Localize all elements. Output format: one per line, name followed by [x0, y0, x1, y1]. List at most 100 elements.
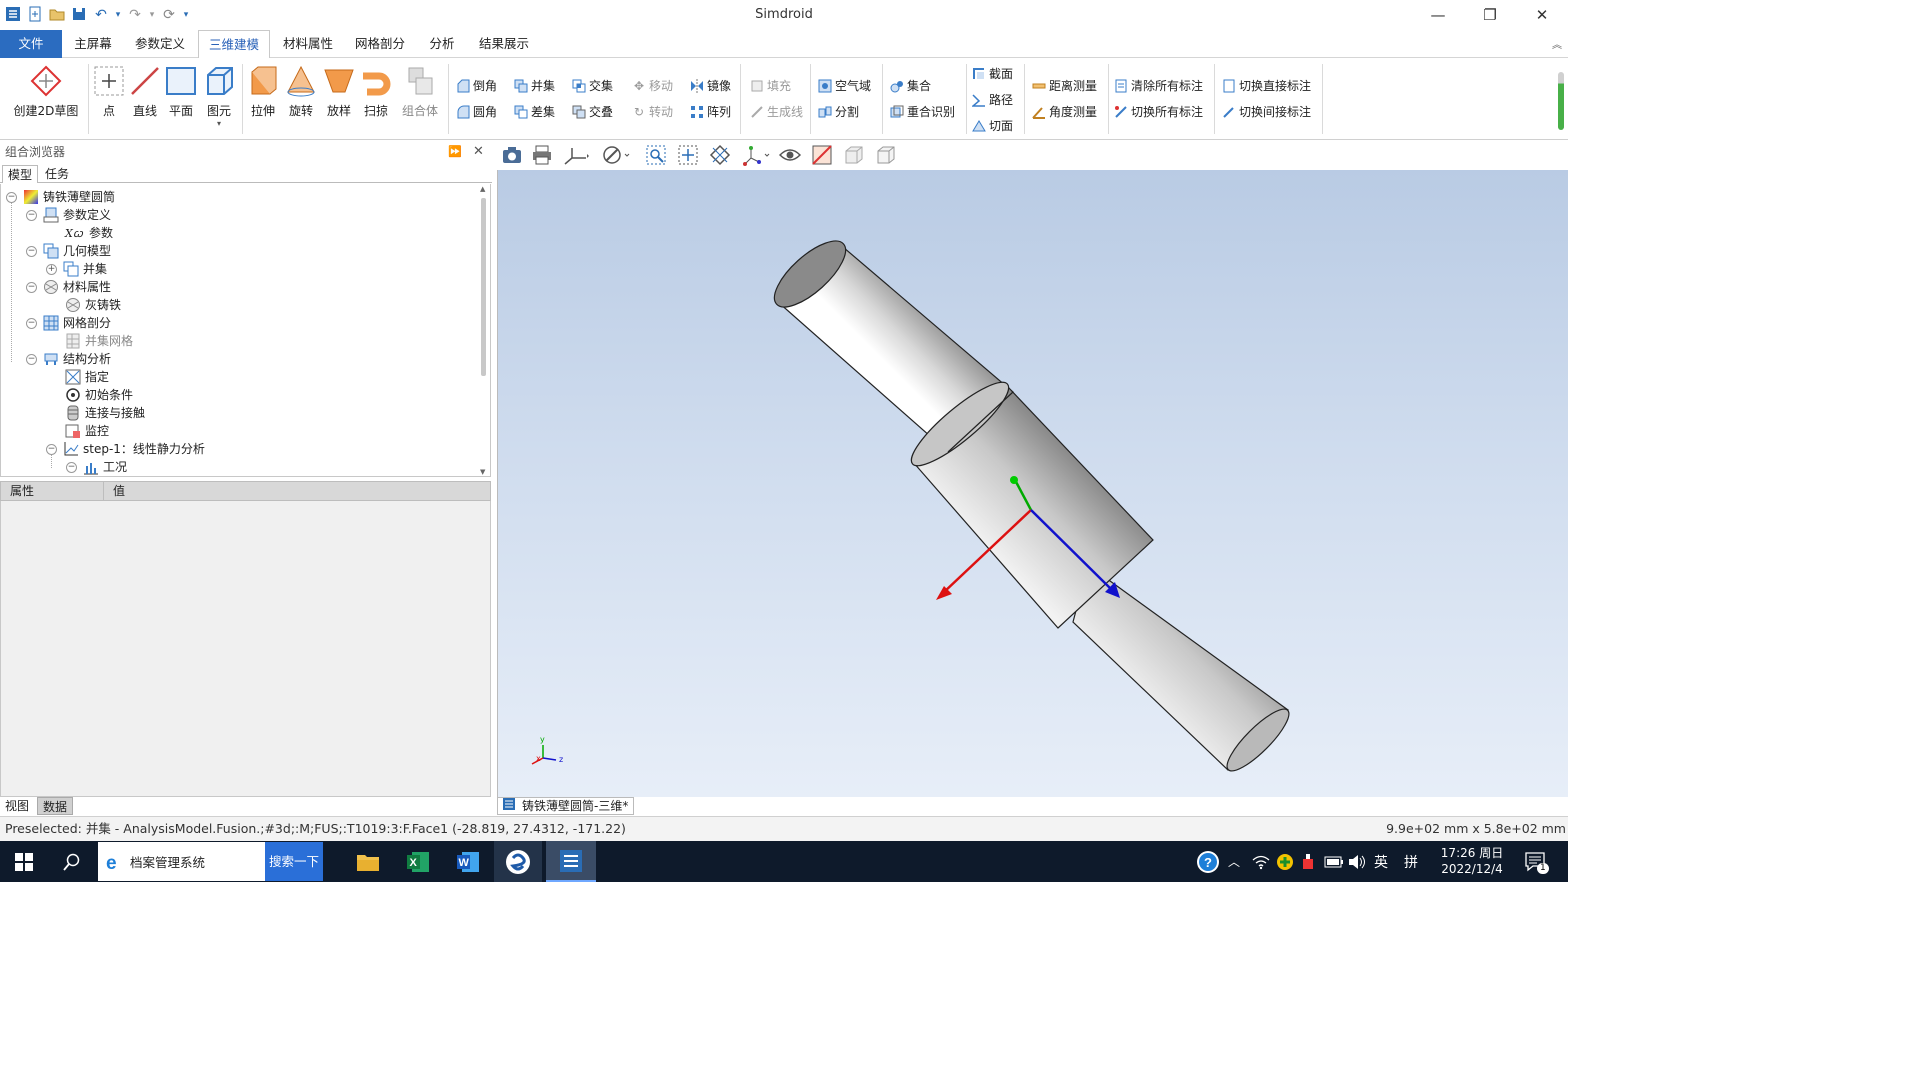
fillet-button[interactable]: 圆角 [456, 102, 497, 122]
create-2d-sketch-button[interactable]: 创建2D草图 [6, 64, 86, 119]
extrude-button[interactable]: 拉伸 [246, 64, 280, 119]
security-app-icon[interactable] [1276, 841, 1294, 882]
tree-node-mesh[interactable]: − 网格剖分 [26, 314, 111, 332]
taskbar-clock[interactable]: 17:26 周日 2022/12/4 [1436, 845, 1508, 877]
difference-button[interactable]: 差集 [514, 102, 555, 122]
rotate-button[interactable]: ↻ 转动 [632, 102, 673, 122]
file-explorer-icon[interactable] [344, 841, 392, 882]
sweep-button[interactable]: 扫掠 [358, 64, 394, 119]
taskbar-search-submit[interactable]: 搜索一下 [265, 842, 323, 881]
tab-material[interactable]: 材料属性 [274, 30, 342, 58]
union-button[interactable]: 并集 [514, 76, 555, 96]
angle-measure-button[interactable]: 角度测量 [1032, 102, 1097, 122]
display-mode-icon[interactable] [601, 144, 631, 166]
save-icon[interactable] [70, 6, 88, 24]
array-button[interactable]: 阵列 [690, 102, 731, 122]
close-window-button[interactable]: ✕ [1516, 0, 1568, 30]
tab-param-def[interactable]: 参数定义 [126, 30, 194, 58]
section-button[interactable]: 截面 [972, 64, 1013, 84]
tab-mesh[interactable]: 网格剖分 [346, 30, 414, 58]
collapse-toggle-icon[interactable]: − [26, 317, 37, 329]
minimize-button[interactable]: — [1412, 0, 1464, 30]
shaft-model[interactable] [498, 170, 1569, 797]
scroll-down-icon[interactable]: ▼ [480, 468, 485, 476]
clear-all-annotations-button[interactable]: 清除所有标注 [1114, 76, 1203, 96]
tree-node-param-def[interactable]: − 参数定义 [26, 206, 111, 224]
point-button[interactable]: 点 [92, 64, 126, 119]
box-wire-icon[interactable] [875, 144, 897, 166]
tree-node-union[interactable]: + 并集 [46, 260, 107, 278]
clip-plane-icon[interactable] [811, 144, 833, 166]
start-button[interactable] [0, 841, 48, 882]
undo-icon[interactable]: ↶ [92, 6, 110, 24]
collapse-toggle-icon[interactable]: − [26, 353, 37, 365]
undo-dropdown-icon[interactable]: ▾ [114, 6, 122, 24]
tree-node-root[interactable]: − 铸铁薄壁圆筒 [6, 188, 115, 206]
air-domain-button[interactable]: 空气域 [818, 76, 871, 96]
revolve-button[interactable]: 旋转 [284, 64, 318, 119]
tree-node-initial-condition[interactable]: 初始条件 [65, 386, 133, 404]
tab-results[interactable]: 结果展示 [470, 30, 538, 58]
new-file-icon[interactable] [26, 6, 44, 24]
plane-button[interactable]: 平面 [164, 64, 198, 119]
collapse-toggle-icon[interactable]: − [26, 245, 37, 257]
tree-node-structural[interactable]: − 结构分析 [26, 350, 111, 368]
tree-node-geometry[interactable]: − 几何模型 [26, 242, 111, 260]
tree-node-contact[interactable]: 连接与接触 [65, 404, 145, 422]
line-button[interactable]: 直线 [128, 64, 162, 119]
tab-model[interactable]: 模型 [2, 165, 39, 183]
cut-face-button[interactable]: 切面 [972, 116, 1013, 136]
ime-mode-indicator[interactable]: 拼 [1404, 841, 1418, 882]
tree-node-loadcase[interactable]: − 工况 [66, 458, 127, 476]
visibility-icon[interactable] [778, 144, 802, 166]
ime-language-indicator[interactable]: 英 [1374, 841, 1388, 882]
redo-icon[interactable]: ↷ [126, 6, 144, 24]
expand-panel-icon[interactable]: ⏩ [448, 140, 462, 164]
standard-views-icon[interactable] [741, 144, 771, 166]
scroll-up-icon[interactable]: ▲ [480, 185, 485, 193]
3d-viewport[interactable]: y x z [497, 170, 1568, 797]
chamfer-button[interactable]: 倒角 [456, 76, 497, 96]
tab-home[interactable]: 主屏幕 [66, 30, 120, 58]
tree-scrollbar[interactable]: ▲ ▼ [480, 184, 488, 476]
tree-node-material[interactable]: − 材料属性 [26, 278, 111, 296]
primitive-button[interactable]: 图元 ▾ [200, 64, 238, 128]
axis-display-icon[interactable] [561, 144, 591, 166]
volume-icon[interactable] [1348, 841, 1366, 882]
coincide-detect-button[interactable]: 重合识别 [890, 102, 955, 122]
collapse-toggle-icon[interactable]: − [26, 281, 37, 293]
value-column-header[interactable]: 值 [104, 482, 125, 500]
simdroid-window-icon[interactable] [546, 841, 596, 882]
ribbon-scroll-indicator[interactable] [1558, 72, 1564, 130]
show-hidden-icons[interactable]: ︿ [1228, 841, 1240, 882]
collapse-toggle-icon[interactable]: − [6, 191, 17, 203]
mirror-button[interactable]: 镜像 [690, 76, 731, 96]
search-button[interactable] [48, 841, 96, 882]
tree-node-cast-iron[interactable]: 灰铸铁 [65, 296, 121, 314]
collapse-toggle-icon[interactable]: − [46, 443, 57, 455]
simdroid-launcher-icon[interactable] [494, 841, 542, 882]
close-panel-icon[interactable]: ✕ [473, 140, 484, 164]
tree-node-assign[interactable]: 指定 [65, 368, 109, 386]
generate-line-button[interactable]: 生成线 [750, 102, 803, 122]
collapse-ribbon-icon[interactable]: ︽ [1552, 36, 1562, 51]
tab-file[interactable]: 文件 [0, 30, 62, 58]
toggle-direct-annotation-button[interactable]: 切换直接标注 [1222, 76, 1311, 96]
screenshot-icon[interactable] [501, 144, 523, 166]
assembly-button[interactable]: 集合 [890, 76, 931, 96]
fit-selection-icon[interactable] [709, 144, 731, 166]
battery-icon[interactable] [1324, 841, 1344, 882]
scroll-thumb[interactable] [481, 198, 486, 376]
property-column-header[interactable]: 属性 [1, 482, 104, 500]
app-tray-icon[interactable] [1300, 841, 1316, 882]
toggle-all-annotations-button[interactable]: 切换所有标注 [1114, 102, 1203, 122]
wifi-icon[interactable] [1252, 841, 1270, 882]
refresh-icon[interactable]: ⟳ [160, 6, 178, 24]
path-button[interactable]: 路径 [970, 90, 1013, 110]
tree-node-param[interactable]: Xꞷ 参数 [65, 224, 113, 242]
tab-3d-modeling[interactable]: 三维建模 [198, 30, 270, 59]
tree-node-step1[interactable]: − step-1：线性静力分析 [46, 440, 205, 458]
expand-toggle-icon[interactable]: + [46, 263, 57, 275]
zoom-window-icon[interactable] [645, 144, 667, 166]
collapse-toggle-icon[interactable]: − [66, 461, 77, 473]
